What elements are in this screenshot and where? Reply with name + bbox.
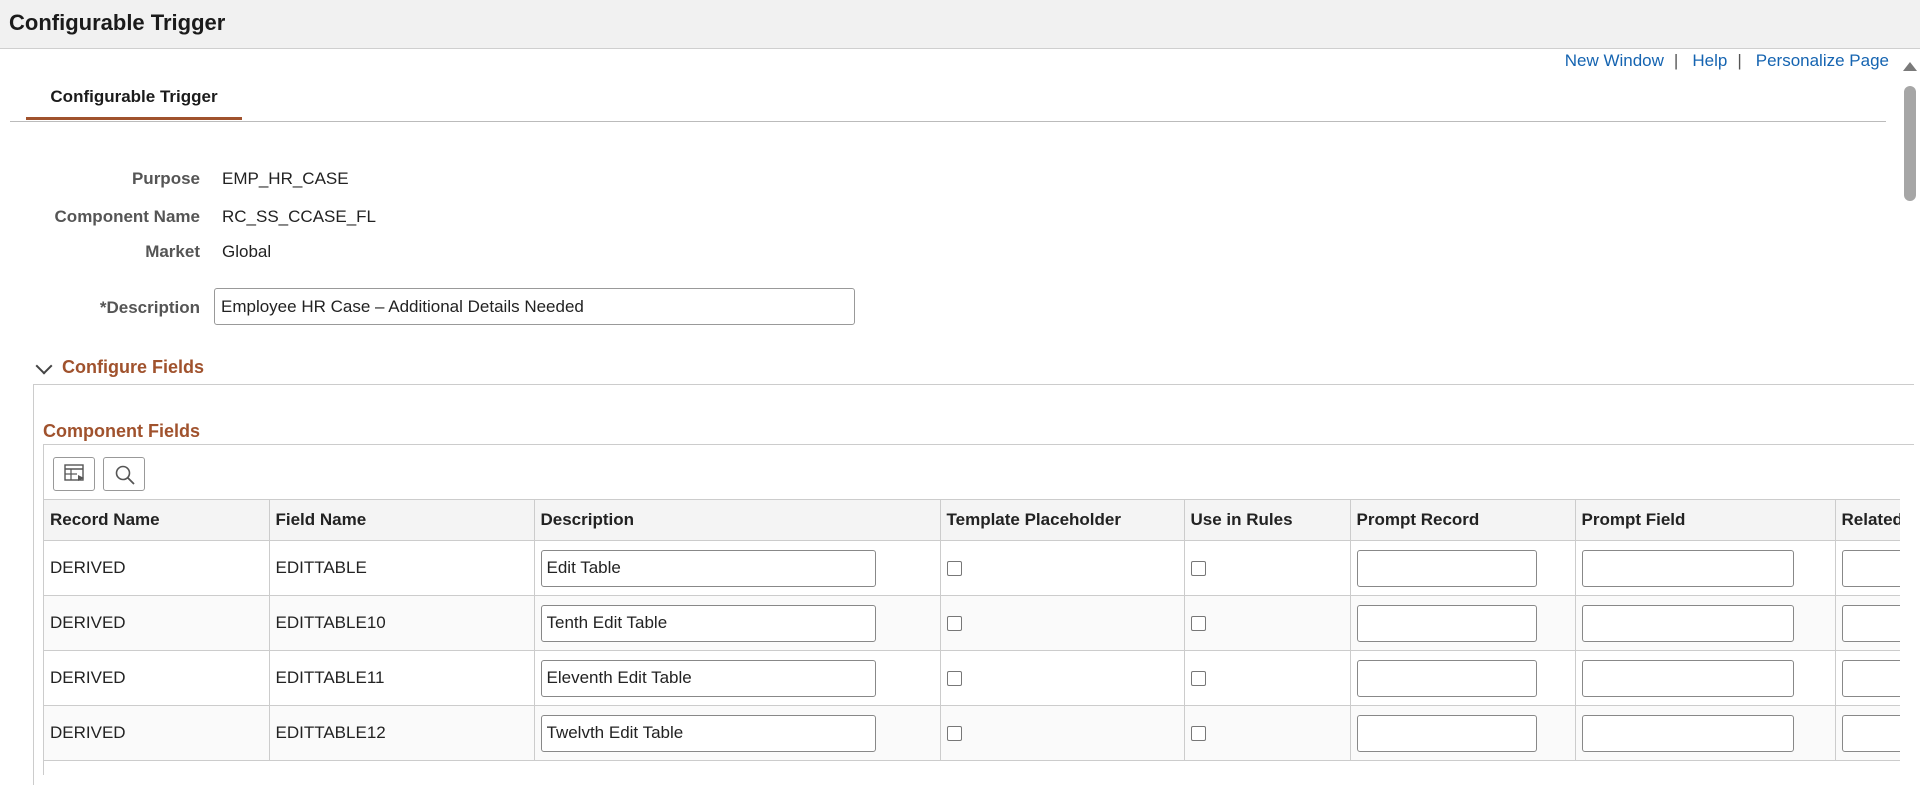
- related-cell: [1835, 595, 1900, 651]
- column-header-field-name[interactable]: Field Name: [269, 499, 535, 541]
- prompt-record-cell: [1350, 650, 1576, 706]
- component-name-value: RC_SS_CCASE_FL: [222, 207, 377, 226]
- personalize-page-link[interactable]: Personalize Page: [1756, 51, 1889, 70]
- field-name-cell: EDITTABLE10: [269, 595, 535, 651]
- prompt-field-input[interactable]: [1581, 549, 1794, 587]
- prompt-record-input[interactable]: [1356, 714, 1537, 752]
- description-cell: [534, 650, 941, 706]
- prompt-record-cell: [1350, 595, 1576, 651]
- use-in-rules-checkbox[interactable]: [1190, 616, 1206, 632]
- use-in-rules-checkbox[interactable]: [1190, 561, 1206, 577]
- template-placeholder-checkbox[interactable]: [946, 561, 962, 577]
- page-title: Configurable Trigger: [9, 10, 226, 35]
- row-description-input[interactable]: [540, 549, 876, 587]
- description-cell: [534, 705, 941, 761]
- personalize-grid-icon: [64, 464, 84, 481]
- prompt-field-cell: [1575, 705, 1836, 761]
- description-input[interactable]: [214, 288, 855, 325]
- template-placeholder-cell: [940, 705, 1185, 761]
- use-in-rules-checkbox[interactable]: [1190, 671, 1206, 687]
- tab-configurable-trigger[interactable]: Configurable Trigger: [26, 80, 242, 120]
- row-description-input[interactable]: [540, 604, 876, 642]
- prompt-field-input[interactable]: [1581, 714, 1794, 752]
- help-link[interactable]: Help: [1692, 51, 1727, 70]
- description-label: *Description: [99, 298, 200, 317]
- record-name-cell: DERIVED: [44, 650, 270, 706]
- row-description-input[interactable]: [540, 714, 876, 752]
- prompt-record-cell: [1350, 540, 1576, 596]
- grid-header-row: Record Name Field Name Description Templ…: [44, 499, 1900, 541]
- use-in-rules-cell: [1184, 595, 1351, 651]
- prompt-record-input[interactable]: [1356, 659, 1537, 697]
- link-separator: |: [1673, 51, 1679, 70]
- record-name-cell: DERIVED: [44, 705, 270, 761]
- purpose-value: EMP_HR_CASE: [222, 169, 349, 188]
- column-header-related[interactable]: Related: [1835, 499, 1900, 541]
- table-row: DERIVED EDITTABLE10: [44, 595, 1900, 651]
- field-name-cell: EDITTABLE11: [269, 650, 535, 706]
- table-row: DERIVED EDITTABLE11: [44, 650, 1900, 706]
- template-placeholder-checkbox[interactable]: [946, 616, 962, 632]
- table-row: DERIVED EDITTABLE12: [44, 705, 1900, 761]
- chevron-down-icon[interactable]: [35, 357, 53, 375]
- find-in-grid-button[interactable]: [103, 457, 145, 491]
- related-input[interactable]: [1841, 659, 1900, 697]
- template-placeholder-checkbox[interactable]: [946, 726, 962, 742]
- prompt-record-cell: [1350, 705, 1576, 761]
- component-fields-title: Component Fields: [43, 421, 200, 441]
- component-fields-table: Record Name Field Name Description Templ…: [44, 499, 1900, 761]
- configure-fields-title: Configure Fields: [62, 357, 205, 377]
- column-header-prompt-field[interactable]: Prompt Field: [1575, 499, 1836, 541]
- description-cell: [534, 595, 941, 651]
- prompt-field-input[interactable]: [1581, 604, 1794, 642]
- field-name-cell: EDITTABLE: [269, 540, 535, 596]
- related-input[interactable]: [1841, 549, 1900, 587]
- tab-divider: [10, 121, 1886, 122]
- prompt-field-cell: [1575, 650, 1836, 706]
- column-header-template-placeholder[interactable]: Template Placeholder: [940, 499, 1185, 541]
- search-icon: [115, 465, 135, 485]
- use-in-rules-cell: [1184, 650, 1351, 706]
- related-input[interactable]: [1841, 714, 1900, 752]
- personalize-grid-button[interactable]: [53, 457, 95, 491]
- market-label: Market: [145, 242, 200, 261]
- title-bar: Configurable Trigger: [0, 0, 1920, 49]
- prompt-record-input[interactable]: [1356, 549, 1537, 587]
- prompt-field-input[interactable]: [1581, 659, 1794, 697]
- component-name-label: Component Name: [54, 207, 200, 226]
- column-header-use-in-rules[interactable]: Use in Rules: [1184, 499, 1351, 541]
- description-cell: [534, 540, 941, 596]
- scroll-thumb[interactable]: [1904, 86, 1916, 201]
- use-in-rules-cell: [1184, 540, 1351, 596]
- related-cell: [1835, 650, 1900, 706]
- record-name-cell: DERIVED: [44, 595, 270, 651]
- table-row: DERIVED EDITTABLE: [44, 540, 1900, 596]
- related-input[interactable]: [1841, 604, 1900, 642]
- template-placeholder-checkbox[interactable]: [946, 671, 962, 687]
- row-description-input[interactable]: [540, 659, 876, 697]
- template-placeholder-cell: [940, 595, 1185, 651]
- template-placeholder-cell: [940, 650, 1185, 706]
- related-cell: [1835, 705, 1900, 761]
- record-name-cell: DERIVED: [44, 540, 270, 596]
- new-window-link[interactable]: New Window: [1565, 51, 1664, 70]
- use-in-rules-checkbox[interactable]: [1190, 726, 1206, 742]
- template-placeholder-cell: [940, 540, 1185, 596]
- column-header-prompt-record[interactable]: Prompt Record: [1350, 499, 1576, 541]
- link-separator: |: [1737, 51, 1742, 70]
- field-name-cell: EDITTABLE12: [269, 705, 535, 761]
- related-cell: [1835, 540, 1900, 596]
- purpose-label: Purpose: [131, 169, 200, 188]
- scroll-up-icon[interactable]: [1903, 62, 1917, 71]
- prompt-field-cell: [1575, 595, 1836, 651]
- page-links: New Window | Help | Personalize Page: [1565, 51, 1889, 71]
- prompt-field-cell: [1575, 540, 1836, 596]
- component-fields-grid: Record Name Field Name Description Templ…: [44, 499, 1900, 769]
- configure-fields-header[interactable]: Configure Fields: [34, 357, 204, 378]
- column-header-description[interactable]: Description: [534, 499, 941, 541]
- use-in-rules-cell: [1184, 705, 1351, 761]
- column-header-record-name[interactable]: Record Name: [44, 499, 270, 541]
- prompt-record-input[interactable]: [1356, 604, 1537, 642]
- market-value: Global: [222, 242, 272, 261]
